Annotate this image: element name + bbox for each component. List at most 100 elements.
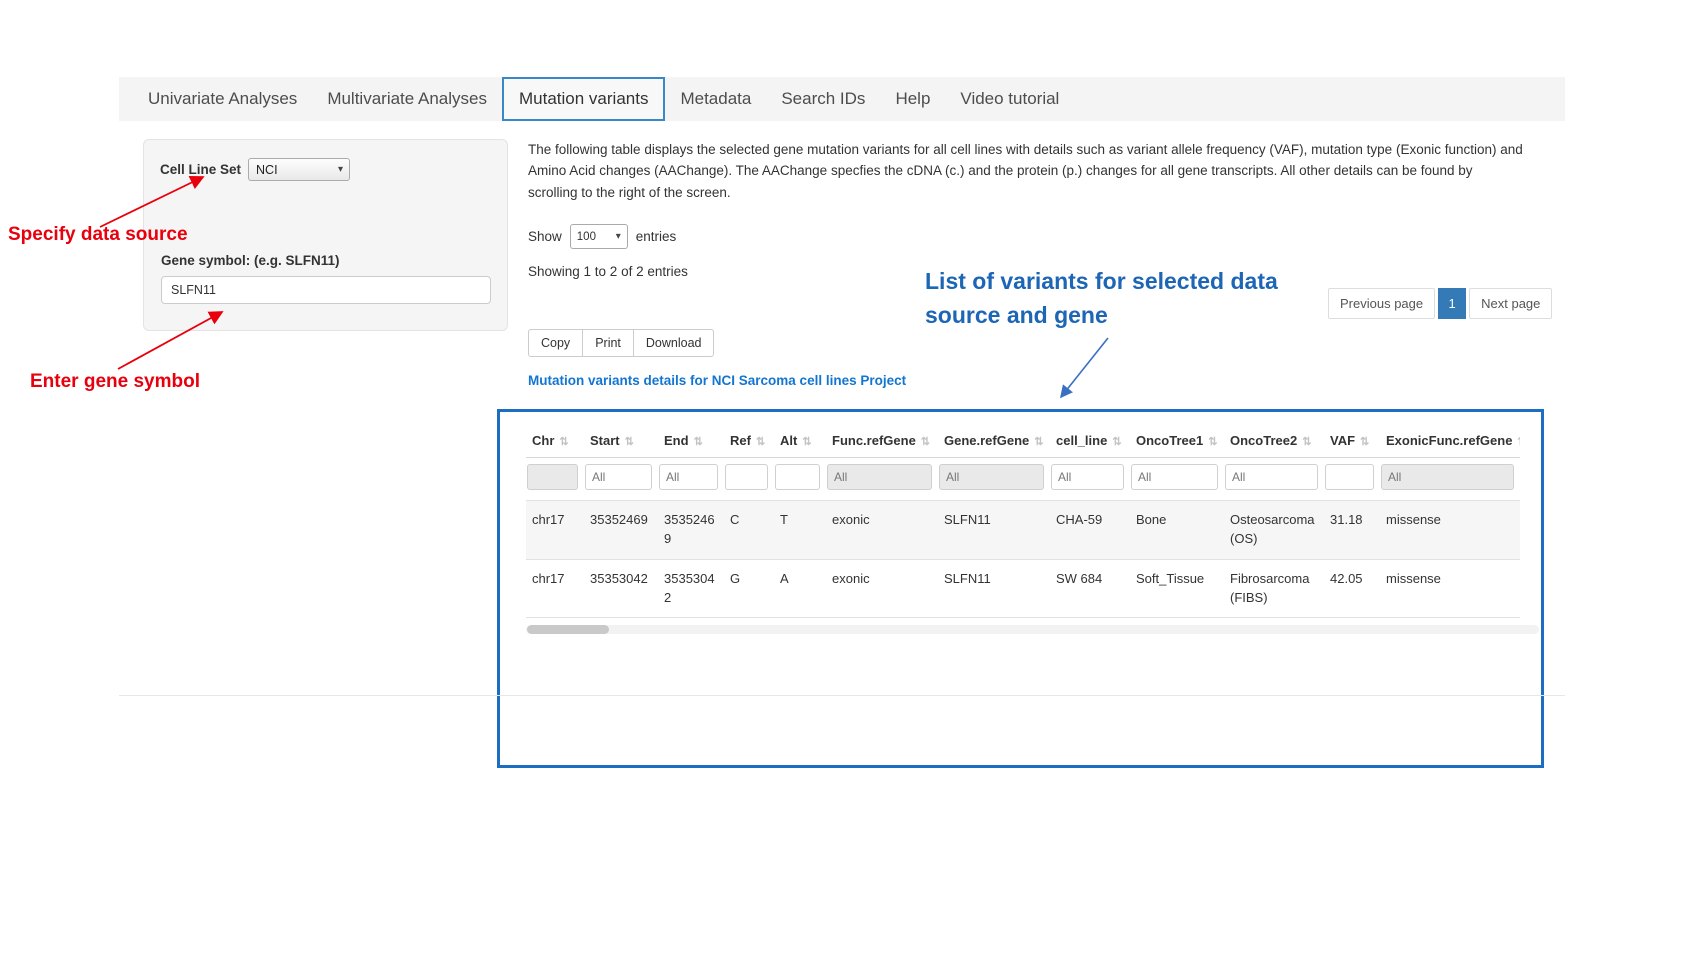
export-button-group: Copy Print Download [528, 329, 714, 357]
nav-tab-help[interactable]: Help [880, 77, 945, 121]
column-label: Ref [730, 433, 751, 448]
filter-cell [1130, 458, 1224, 501]
nav-tab-video-tutorial[interactable]: Video tutorial [945, 77, 1074, 121]
column-header-exonicfunc-refgene[interactable]: ExonicFunc.refGene⇅ [1380, 424, 1520, 458]
column-filter-end[interactable] [659, 464, 718, 490]
column-label: VAF [1330, 433, 1355, 448]
column-filter-oncotree1[interactable] [1131, 464, 1218, 490]
column-header-ref[interactable]: Ref ⇅ [724, 424, 774, 458]
column-filter-oncotree2[interactable] [1225, 464, 1318, 490]
cell-vaf: 42.05 [1324, 559, 1380, 618]
gene-symbol-input[interactable] [161, 276, 491, 304]
column-header-chr[interactable]: Chr⇅ [526, 424, 584, 458]
column-header-oncotree2[interactable]: OncoTree2⇅ [1224, 424, 1324, 458]
cell-start: 35353042 [584, 559, 658, 618]
copy-button[interactable]: Copy [528, 329, 583, 357]
cell-cell-line: CHA-59 [1050, 501, 1130, 560]
sort-icon[interactable]: ⇅ [1360, 436, 1369, 448]
cell-func-refgene: exonic [826, 559, 938, 618]
download-button[interactable]: Download [633, 329, 715, 357]
sort-icon[interactable]: ⇅ [1517, 436, 1520, 448]
sort-icon[interactable]: ⇅ [559, 436, 568, 448]
top-nav: Univariate AnalysesMultivariate Analyses… [119, 77, 1565, 121]
column-filter-cell-line[interactable] [1051, 464, 1124, 490]
variants-header-row: Chr⇅Start⇅End⇅Ref⇅Alt⇅Func.refGene⇅Gene.… [526, 424, 1520, 458]
filter-cell [774, 458, 826, 501]
annotation-specify-data-source: Specify data source [8, 224, 188, 246]
sort-icon[interactable]: ⇅ [1112, 436, 1121, 448]
gene-symbol-label: Gene symbol: (e.g. SLFN11) [161, 253, 340, 268]
cell-line-set-label: Cell Line Set [160, 162, 241, 177]
column-header-oncotree1[interactable]: OncoTree1⇅ [1130, 424, 1224, 458]
sort-icon[interactable]: ⇅ [694, 436, 703, 448]
column-label: Start [590, 433, 620, 448]
variants-filter-row [526, 458, 1520, 501]
app-page: Univariate AnalysesMultivariate Analyses… [0, 0, 1700, 956]
column-header-func-refgene[interactable]: Func.refGene ⇅ [826, 424, 938, 458]
cell-cell-line: SW 684 [1050, 559, 1130, 618]
column-label: End [664, 433, 689, 448]
sort-icon[interactable]: ⇅ [625, 436, 634, 448]
current-page-button[interactable]: 1 [1438, 288, 1466, 319]
content-divider [119, 695, 1565, 696]
column-filter-exonicfunc-refgene[interactable] [1381, 464, 1514, 490]
sort-icon[interactable]: ⇅ [756, 436, 765, 448]
cell-line-set-select[interactable]: NCI ▾ [248, 158, 350, 181]
cell-oncotree1: Soft_Tissue [1130, 559, 1224, 618]
column-filter-start[interactable] [585, 464, 652, 490]
scrollbar-thumb[interactable] [527, 625, 609, 634]
column-header-alt[interactable]: Alt⇅ [774, 424, 826, 458]
sort-icon[interactable]: ⇅ [802, 436, 811, 448]
sort-icon[interactable]: ⇅ [921, 436, 930, 448]
table-row[interactable]: chr173535246935352469CTexonicSLFN11CHA-5… [526, 501, 1520, 560]
column-header-gene-refgene[interactable]: Gene.refGene ⇅ [938, 424, 1050, 458]
filter-cell [526, 458, 584, 501]
cell-oncotree2: Osteosarcoma (OS) [1224, 501, 1324, 560]
column-filter-gene-refgene[interactable] [939, 464, 1044, 490]
column-filter-chr[interactable] [527, 464, 578, 490]
cell-start: 35352469 [584, 501, 658, 560]
sort-icon[interactable]: ⇅ [1302, 436, 1311, 448]
entries-label: entries [636, 229, 677, 244]
cell-alt: T [774, 501, 826, 560]
cell-exonicfunc-refgene: missense [1380, 559, 1520, 618]
column-header-end[interactable]: End ⇅ [658, 424, 724, 458]
nav-tab-metadata[interactable]: Metadata [665, 77, 766, 121]
nav-tab-search-ids[interactable]: Search IDs [766, 77, 880, 121]
cell-ref: C [724, 501, 774, 560]
cell-end: 35352469 [658, 501, 724, 560]
column-filter-func-refgene[interactable] [827, 464, 932, 490]
cell-line-set-value: NCI [256, 163, 278, 177]
table-description: The following table displays the selecte… [528, 139, 1524, 203]
column-filter-alt[interactable] [775, 464, 820, 490]
nav-tab-multivariate-analyses[interactable]: Multivariate Analyses [312, 77, 502, 121]
column-label: Gene.refGene [944, 433, 1029, 448]
chevron-down-icon: ▾ [616, 231, 621, 242]
filter-cell [658, 458, 724, 501]
column-header-cell-line[interactable]: cell_line⇅ [1050, 424, 1130, 458]
column-header-start[interactable]: Start ⇅ [584, 424, 658, 458]
cell-end: 35353042 [658, 559, 724, 618]
pagination: Previous page 1 Next page [1328, 288, 1552, 319]
print-button[interactable]: Print [582, 329, 634, 357]
nav-tab-mutation-variants[interactable]: Mutation variants [502, 77, 665, 121]
chevron-down-icon: ▾ [338, 164, 343, 175]
next-page-button[interactable]: Next page [1469, 288, 1552, 319]
sort-icon[interactable]: ⇅ [1208, 436, 1217, 448]
filter-cell [1050, 458, 1130, 501]
filter-cell [1224, 458, 1324, 501]
sort-icon[interactable]: ⇅ [1034, 436, 1043, 448]
column-header-vaf[interactable]: VAF ⇅ [1324, 424, 1380, 458]
previous-page-button[interactable]: Previous page [1328, 288, 1435, 319]
table-caption-link[interactable]: Mutation variants details for NCI Sarcom… [528, 373, 906, 388]
cell-chr: chr17 [526, 501, 584, 560]
column-filter-ref[interactable] [725, 464, 768, 490]
column-filter-vaf[interactable] [1325, 464, 1374, 490]
entries-per-page-select[interactable]: 100 ▾ [570, 224, 628, 249]
table-row[interactable]: chr173535304235353042GAexonicSLFN11SW 68… [526, 559, 1520, 618]
cell-func-refgene: exonic [826, 501, 938, 560]
blue-arrow-to-table [1061, 338, 1108, 397]
nav-tab-univariate-analyses[interactable]: Univariate Analyses [133, 77, 312, 121]
horizontal-scrollbar[interactable] [526, 625, 1539, 634]
column-label: Func.refGene [832, 433, 916, 448]
